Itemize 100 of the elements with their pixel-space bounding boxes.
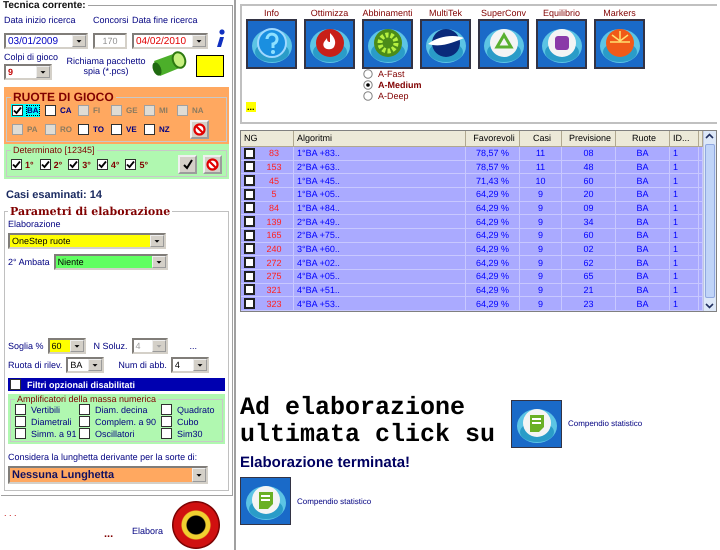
checkbox[interactable] bbox=[15, 428, 26, 439]
option-label: Sim30 bbox=[177, 428, 203, 438]
table-cell: BA bbox=[616, 270, 670, 283]
wheel-label: GE bbox=[126, 106, 138, 115]
wheel-label: MI bbox=[159, 106, 168, 115]
more-link[interactable]: ... bbox=[190, 341, 198, 351]
tool-label: Info bbox=[264, 8, 279, 18]
checkbox[interactable] bbox=[111, 124, 122, 135]
run-button[interactable] bbox=[172, 501, 220, 549]
table-row[interactable]: 321 4°BA +51.. 64,29 % 9 21 BA 1 bbox=[241, 284, 703, 298]
colpi-dropdown[interactable]: 9 bbox=[4, 64, 52, 80]
position-label: 5° bbox=[139, 160, 148, 170]
field-label: Colpi di gioco bbox=[4, 52, 60, 62]
mode-radio[interactable]: A-Fast bbox=[363, 69, 717, 79]
checkbox[interactable] bbox=[161, 428, 172, 439]
table-cell: BA bbox=[616, 256, 670, 269]
tool-button[interactable] bbox=[478, 19, 529, 69]
row-checkbox[interactable] bbox=[244, 298, 255, 310]
table-cell: 64,29 % bbox=[466, 297, 520, 310]
checkbox[interactable] bbox=[10, 379, 21, 390]
table-row[interactable]: 84 1°BA +84.. 64,29 % 9 09 BA 1 bbox=[241, 202, 703, 216]
checkbox[interactable] bbox=[68, 159, 80, 170]
field-label: 2° Ambata bbox=[8, 257, 50, 267]
field-label: Considera la lunghetta derivante per la sorte di: bbox=[8, 452, 198, 462]
mode-radio[interactable]: A-Medium bbox=[363, 80, 717, 90]
clear-button[interactable] bbox=[203, 155, 222, 174]
table-row[interactable]: 240 3°BA +60.. 64,29 % 9 02 BA 1 bbox=[241, 242, 703, 256]
tool-button[interactable] bbox=[420, 19, 471, 69]
checkbox[interactable] bbox=[12, 105, 23, 116]
elaboration-dropdown[interactable]: OneStep ruote bbox=[8, 233, 166, 249]
summary-button[interactable] bbox=[240, 477, 291, 525]
focused-wheel[interactable]: BA bbox=[11, 104, 40, 117]
table-cell: 23 bbox=[562, 297, 616, 310]
number-dropdown[interactable]: 4 bbox=[170, 357, 209, 373]
check-all-button[interactable] bbox=[178, 155, 197, 174]
checkbox[interactable] bbox=[79, 404, 90, 415]
row-checkbox[interactable] bbox=[244, 202, 255, 214]
checkbox[interactable] bbox=[79, 428, 90, 439]
checkbox[interactable] bbox=[96, 159, 108, 170]
table-row[interactable]: 165 2°BA +75.. 64,29 % 9 60 BA 1 bbox=[241, 228, 703, 243]
table-cell: 64,29 % bbox=[466, 270, 520, 283]
document-icon bbox=[522, 409, 550, 437]
tool-button[interactable] bbox=[246, 19, 297, 69]
help-icon bbox=[256, 28, 286, 58]
color-swatch[interactable] bbox=[196, 55, 224, 77]
table-row[interactable]: 272 4°BA +02.. 64,29 % 9 62 BA 1 bbox=[241, 256, 703, 270]
row-checkbox[interactable] bbox=[244, 284, 255, 296]
ambata-dropdown[interactable]: Niente bbox=[54, 254, 168, 270]
threshold-dropdown[interactable]: 60 bbox=[48, 338, 86, 354]
tool-button[interactable] bbox=[536, 19, 587, 69]
summary-button[interactable] bbox=[511, 400, 562, 448]
table-row[interactable]: 83 1°BA +83.. 78,57 % 11 08 BA 1 bbox=[241, 146, 703, 161]
checkbox[interactable] bbox=[79, 416, 90, 427]
row-checkbox[interactable] bbox=[244, 257, 255, 268]
table-cell: 78,57 % bbox=[466, 160, 520, 174]
row-checkbox[interactable] bbox=[244, 216, 255, 228]
row-checkbox[interactable] bbox=[244, 243, 255, 254]
wheel-dropdown[interactable]: BA bbox=[66, 357, 104, 373]
row-checkbox[interactable] bbox=[244, 230, 255, 241]
checkbox[interactable] bbox=[15, 416, 26, 427]
checkbox[interactable] bbox=[161, 416, 172, 427]
ellipsis-tag[interactable]: ... bbox=[246, 102, 256, 112]
table-cell: BA bbox=[616, 297, 670, 310]
length-dropdown[interactable]: Nessuna Lunghetta bbox=[8, 466, 208, 484]
table-row[interactable]: 275 4°BA +05.. 64,29 % 9 65 BA 1 bbox=[241, 270, 703, 284]
table-row[interactable]: 139 2°BA +49.. 64,29 % 9 34 BA 1 bbox=[241, 215, 703, 229]
checkbox[interactable] bbox=[78, 124, 89, 135]
row-checkbox[interactable] bbox=[244, 175, 255, 186]
checkbox[interactable] bbox=[161, 404, 172, 415]
checkbox[interactable] bbox=[15, 404, 26, 415]
caret-icon bbox=[70, 340, 84, 352]
option-label: Simm. a 91 bbox=[31, 428, 77, 438]
table-cell: 11 bbox=[520, 160, 562, 174]
row-checkbox[interactable] bbox=[244, 188, 255, 200]
checkbox[interactable] bbox=[40, 159, 51, 170]
table-row[interactable]: 323 4°BA +53.. 64,29 % 9 23 BA 1 bbox=[241, 297, 703, 311]
table-cell: 10 bbox=[520, 174, 562, 187]
row-checkbox[interactable] bbox=[244, 148, 255, 159]
tool-button[interactable] bbox=[304, 19, 355, 69]
table-row[interactable]: 153 2°BA +63.. 78,57 % 11 48 BA 1 bbox=[241, 160, 703, 174]
checkbox[interactable] bbox=[45, 105, 56, 116]
table-row[interactable]: 5 1°BA +05.. 64,29 % 9 20 BA 1 bbox=[241, 188, 703, 202]
table-row[interactable]: 45 1°BA +45.. 71,43 % 10 60 BA 1 bbox=[241, 174, 703, 188]
gear-icon bbox=[374, 29, 402, 57]
checkbox[interactable] bbox=[125, 159, 136, 170]
tool-button[interactable] bbox=[362, 19, 413, 69]
row-checkbox[interactable] bbox=[244, 270, 255, 282]
clear-button[interactable] bbox=[190, 120, 209, 139]
tool-button[interactable] bbox=[594, 19, 645, 69]
checkbox[interactable] bbox=[144, 124, 155, 135]
date-dropdown[interactable]: 03/01/2009 bbox=[4, 33, 88, 49]
option-label: Cubo bbox=[177, 416, 199, 426]
table-cell: 9 bbox=[520, 256, 562, 269]
field-label: Num di abb. bbox=[118, 360, 167, 370]
date-dropdown[interactable]: 04/02/2010 bbox=[132, 33, 208, 49]
row-checkbox[interactable] bbox=[244, 161, 255, 172]
checkbox[interactable] bbox=[11, 159, 22, 170]
mode-radio[interactable]: A-Deep bbox=[363, 91, 717, 101]
scrollbar[interactable] bbox=[703, 131, 716, 311]
field-label: Elaborazione bbox=[8, 219, 61, 229]
